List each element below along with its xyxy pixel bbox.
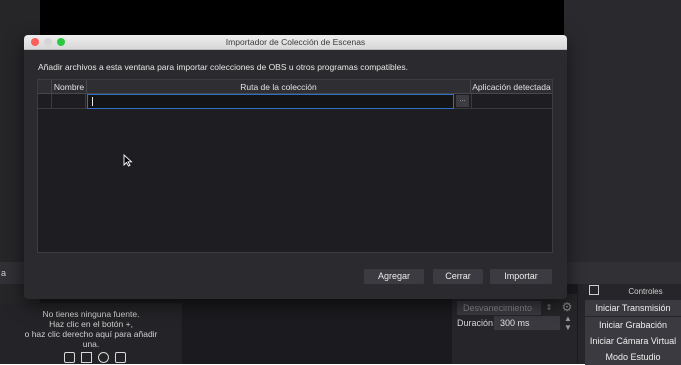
monitor-icon [64, 352, 75, 363]
sources-empty-line-4: una. [82, 339, 100, 349]
duration-label: Duración [457, 318, 494, 328]
start-recording-button[interactable]: Iniciar Grabación [585, 317, 681, 333]
start-virtual-camera-button[interactable]: Iniciar Cámara Virtual [585, 333, 681, 349]
start-streaming-button[interactable]: Iniciar Transmisión [585, 300, 681, 316]
camera-icon [115, 352, 126, 363]
column-header-path[interactable]: Ruta de la colección [87, 80, 471, 94]
close-button[interactable]: Cerrar [433, 269, 483, 284]
add-button[interactable]: Agregar [364, 269, 424, 284]
scenes-label-fragment: a [1, 268, 7, 278]
globe-icon [98, 352, 109, 363]
mouse-cursor-icon [123, 154, 133, 167]
collection-path-input[interactable] [87, 94, 454, 109]
dialog-titlebar[interactable]: Importador de Colección de Escenas [24, 35, 567, 50]
table-row[interactable]: ... [38, 94, 552, 109]
source-type-icons [64, 350, 144, 364]
column-header-check[interactable] [38, 80, 52, 94]
chevron-updown-icon[interactable]: ⇕ [543, 301, 555, 315]
right-panel [564, 0, 681, 262]
collections-table[interactable]: Nombre Ruta de la colección Aplicación d… [37, 79, 553, 253]
table-header: Nombre Ruta de la colección Aplicación d… [38, 80, 552, 94]
sources-empty-line-3: o haz clic derecho aquí para añadir [24, 329, 158, 339]
duration-input[interactable]: 300 ms [494, 316, 560, 330]
instructions-text: Añadir archivos a esta ventana para impo… [38, 62, 408, 72]
gear-icon[interactable]: ⚙ [560, 299, 574, 315]
transition-select[interactable]: Desvanecimiento [457, 301, 541, 315]
duration-stepper-icon[interactable]: ▲ ▼ [562, 314, 574, 332]
scene-collection-importer-dialog: Importador de Colección de Escenas Añadi… [24, 35, 567, 299]
dialog-title: Importador de Colección de Escenas [225, 37, 366, 47]
browse-button[interactable]: ... [456, 95, 469, 107]
row-name-cell[interactable] [52, 94, 86, 109]
column-header-name[interactable]: Nombre [52, 80, 87, 94]
row-app-cell [471, 94, 552, 109]
studio-mode-button[interactable]: Modo Estudio [585, 349, 681, 365]
sources-empty-line-2: Haz clic en el botón +, [49, 319, 133, 329]
undock-icon[interactable] [589, 285, 599, 295]
sources-empty-line-1: No tienes ninguna fuente. [42, 309, 140, 319]
controls-title: Controles [628, 287, 663, 296]
row-checkbox[interactable] [38, 94, 52, 109]
import-button[interactable]: Importar [490, 269, 552, 284]
column-header-app[interactable]: Aplicación detectada [471, 80, 552, 94]
square-icon [81, 352, 92, 363]
text-caret [92, 97, 93, 106]
